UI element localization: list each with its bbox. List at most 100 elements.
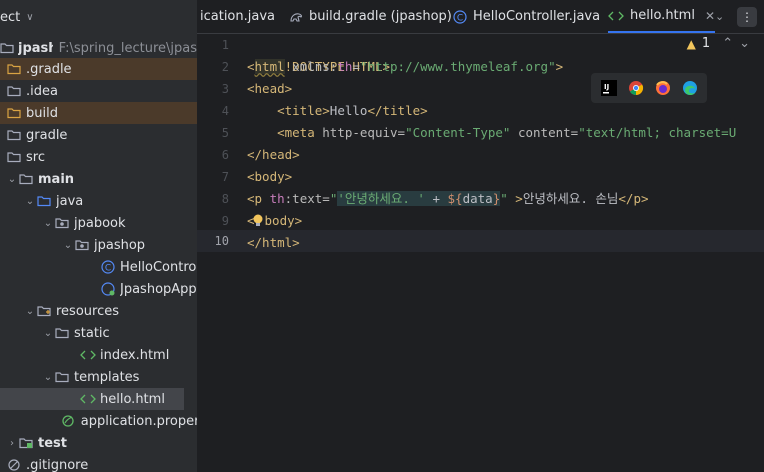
- chevron-down-icon[interactable]: ⌄: [739, 36, 750, 51]
- tree-item-label: gradle: [26, 127, 68, 143]
- folder-icon: [18, 172, 34, 186]
- chevron-down-icon[interactable]: ⌄: [42, 218, 54, 229]
- line-number: 8: [221, 192, 229, 206]
- code-line-1: <!DOCTYPE HTML>: [247, 34, 390, 74]
- token: content: [510, 125, 571, 140]
- tab-application-java[interactable]: ication.java: [200, 0, 275, 33]
- tab-hellocontroller-java[interactable]: C HelloController.java: [453, 0, 600, 33]
- tree-item-gradle[interactable]: gradle: [0, 124, 197, 146]
- more-actions-button[interactable]: ⋮: [737, 0, 757, 33]
- svg-text:C: C: [457, 13, 463, 23]
- tree-item-static[interactable]: ⌄ static: [0, 322, 197, 344]
- line-number: 5: [221, 126, 229, 140]
- code-line-3: <head>: [247, 78, 292, 100]
- close-icon[interactable]: ✕: [705, 9, 715, 23]
- folder-icon: [54, 370, 70, 384]
- firefox-icon[interactable]: [655, 80, 671, 96]
- tree-item-hello-html[interactable]: hello.html: [0, 388, 184, 410]
- token: Hello: [329, 103, 368, 118]
- chevron-up-icon[interactable]: ⌃: [722, 36, 733, 51]
- warning-icon: ▲: [686, 36, 696, 51]
- chevron-down-icon[interactable]: ∨: [26, 12, 33, 23]
- chevron-down-icon[interactable]: ⌄: [42, 372, 54, 383]
- token: ": [500, 191, 508, 206]
- folder-icon: [6, 150, 22, 164]
- chrome-icon[interactable]: [628, 80, 644, 96]
- folder-icon: [6, 62, 22, 76]
- folder-icon: [6, 106, 22, 120]
- html-file-icon: [80, 392, 96, 406]
- tab-build-gradle[interactable]: build.gradle (jpashop): [289, 0, 452, 33]
- chevron-down-icon[interactable]: ⌄: [6, 174, 18, 185]
- tree-item-templates[interactable]: ⌄ templates: [0, 366, 197, 388]
- code-line-7: <body>: [247, 166, 292, 188]
- project-panel-header[interactable]: ect ∨: [0, 6, 34, 28]
- edge-icon[interactable]: [682, 80, 698, 96]
- code-line-9: < body>: [247, 210, 302, 232]
- token: html: [254, 59, 285, 74]
- tree-item-index-html[interactable]: index.html: [0, 344, 197, 366]
- tree-item-src[interactable]: src: [0, 146, 197, 168]
- tree-item-label: templates: [74, 369, 140, 385]
- package-icon: [74, 238, 90, 252]
- chevron-down-icon[interactable]: ⌄: [62, 240, 74, 251]
- chevron-down-icon[interactable]: ⌄: [24, 306, 36, 317]
- tree-item-java[interactable]: ⌄ java: [0, 190, 197, 212]
- tabs-overflow-button[interactable]: ⌄: [715, 0, 724, 33]
- line-number-gutter: 1 2 3 4 5 6 7 8 9 10: [197, 34, 237, 472]
- line-number: 6: [221, 148, 229, 162]
- tree-item-gitignore[interactable]: .gitignore: [0, 454, 197, 472]
- line-number: 4: [221, 104, 229, 118]
- svg-text:IJ: IJ: [604, 83, 609, 91]
- tab-label: ication.java: [200, 9, 275, 24]
- tab-label: HelloController.java: [473, 9, 601, 24]
- line-number: 9: [221, 214, 229, 228]
- tree-item-jpashop-pkg[interactable]: ⌄ jpashop: [0, 234, 197, 256]
- token: </head>: [247, 147, 300, 162]
- html-file-icon: [80, 348, 96, 362]
- token: <: [247, 59, 255, 74]
- tree-item-main[interactable]: ⌄ main: [0, 168, 197, 190]
- token: th: [337, 59, 353, 74]
- warning-count: 1: [701, 36, 711, 51]
- chevron-down-icon[interactable]: ⌄: [24, 196, 36, 207]
- line-number: 3: [221, 82, 229, 96]
- folder-icon: [0, 41, 14, 55]
- inspection-widget[interactable]: ▲ 1 ⌃ ⌄: [687, 36, 750, 51]
- token: th: [262, 191, 285, 206]
- class-icon: C: [453, 9, 467, 24]
- token: </html>: [247, 235, 300, 250]
- tree-item-hellocontroller[interactable]: C HelloContro: [0, 256, 197, 278]
- code-line-10: </html>: [247, 232, 300, 254]
- tree-item-jpabook[interactable]: ⌄ jpabook: [0, 212, 197, 234]
- token: body>: [264, 213, 303, 228]
- tree-item-application-properties[interactable]: application.proper: [0, 410, 197, 432]
- spring-properties-icon: [61, 414, 77, 428]
- tree-item-test[interactable]: › test: [0, 432, 197, 454]
- code-line-8: <p th:text="'안녕하세요. ' + ${data}" >안녕하세요.…: [247, 188, 649, 210]
- chevron-right-icon[interactable]: ›: [6, 438, 18, 449]
- tree-item-gradle-dir[interactable]: .gradle: [0, 58, 197, 80]
- tree-item-resources[interactable]: ⌄ resources: [0, 300, 197, 322]
- tab-label: build.gradle (jpashop): [309, 9, 452, 24]
- tree-root-jpashop[interactable]: jpashop F:\spring_lecture\jpas: [0, 37, 197, 59]
- token: "text/html; charset=U: [578, 125, 737, 140]
- token: http-equiv: [314, 125, 398, 140]
- open-in-browser-popup: IJ: [591, 73, 707, 103]
- tab-hello-html[interactable]: hello.html ✕: [608, 0, 715, 33]
- tree-item-jpashopapp[interactable]: JpashopApp: [0, 278, 197, 300]
- intellij-icon[interactable]: IJ: [600, 80, 617, 96]
- gitignore-file-icon: [6, 458, 22, 472]
- chevron-down-icon: ⌄: [715, 10, 725, 23]
- tree-item-build[interactable]: build: [0, 102, 197, 124]
- spring-class-icon: [100, 282, 116, 296]
- tree-item-idea[interactable]: .idea: [0, 80, 197, 102]
- tree-item-label: .gradle: [26, 61, 72, 77]
- code-line-6: </head>: [247, 144, 300, 166]
- test-folder-icon: [18, 436, 34, 450]
- chevron-down-icon[interactable]: ⌄: [42, 328, 54, 339]
- token: ${: [447, 191, 463, 206]
- tree-item-label: jpabook: [74, 215, 126, 231]
- code-line-2: <html xmlns:th="http://www.thymeleaf.org…: [247, 56, 563, 78]
